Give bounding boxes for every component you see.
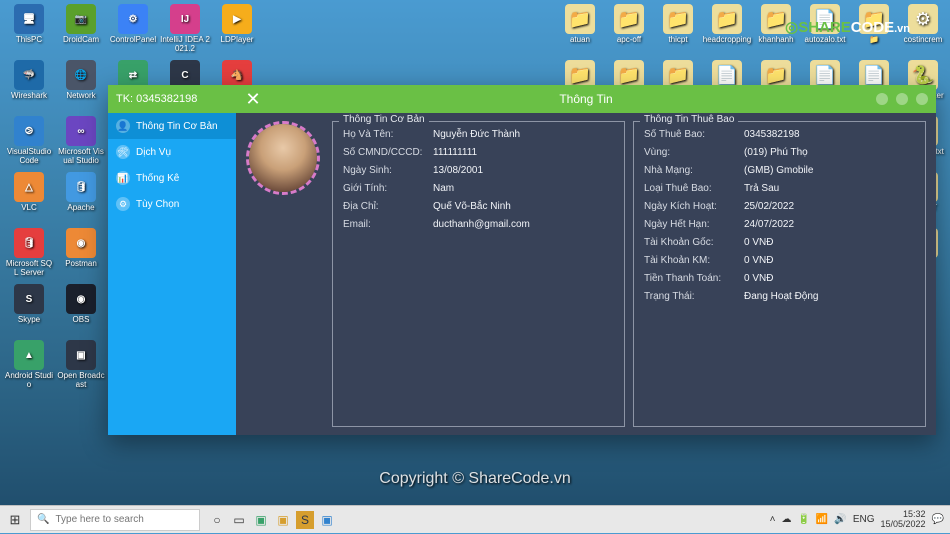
desktop-icon[interactable]: 📁headcropping [702,4,752,45]
sidebar-icon: 🛠 [116,145,130,159]
titlebar: ✕ Thông Tin [236,85,936,113]
field-value: 24/07/2022 [744,219,915,230]
taskbar-app-2[interactable]: ▣ [272,506,294,534]
tray-chevron-icon[interactable]: ˄ [770,514,776,525]
avatar [246,121,320,195]
field-label: Tài Khoản KM: [644,255,740,266]
taskbar: ⊞ 🔍 ○ ▭ ▣ ▣ S ▣ ˄ ☁ 🔋 📶 🔊 ENG 15:32 15/0… [0,505,950,533]
taskbar-app-1[interactable]: ▣ [250,506,272,534]
field-label: Số Thuê Bao: [644,129,740,140]
system-tray: ˄ ☁ 🔋 📶 🔊 ENG 15:32 15/05/2022 💬 [770,510,950,529]
desktop-icon[interactable]: 📁apc-off [604,4,654,45]
field-value: 111111111 [433,147,614,158]
sidebar-item-label: Tùy Chọn [136,199,179,210]
main-panel: ✕ Thông Tin Thông Tin Cơ Bản Họ Và Tên: N… [236,85,936,435]
tray-lang[interactable]: ENG [853,514,875,525]
field-value: (GMB) Gmobile [744,165,915,176]
minimize-button[interactable] [876,93,888,105]
tray-notifications-icon[interactable]: 💬 [932,514,944,525]
field-label: Ngày Hết Hạn: [644,219,740,230]
field-label: Trạng Thái: [644,291,740,302]
sidebar-item-1[interactable]: 🛠 Dịch Vụ [108,139,236,165]
field-label: Ngày Sinh: [343,165,429,176]
field-label: Số CMND/CCCD: [343,147,429,158]
search-icon: 🔍 [37,514,49,525]
panel-basic-info: Thông Tin Cơ Bản Họ Và Tên:Nguyễn Đức Th… [332,121,625,427]
close-button[interactable]: ✕ [236,85,270,113]
watermark-bottom: Copyright © ShareCode.vn [379,470,570,488]
close-button-alt[interactable] [916,93,928,105]
field-value: Nguyễn Đức Thành [433,129,614,140]
clock[interactable]: 15:32 15/05/2022 [881,510,926,529]
maximize-button[interactable] [896,93,908,105]
start-button[interactable]: ⊞ [0,506,30,534]
field-label: Ngày Kích Hoạt: [644,201,740,212]
search-box[interactable]: 🔍 [30,509,200,531]
sidebar-item-2[interactable]: 📊 Thống Kê [108,165,236,191]
field-label: Nhà Mạng: [644,165,740,176]
panel-sub-title: Thông Tin Thuê Bao [640,114,738,125]
field-value: 0 VNĐ [744,237,915,248]
sidebar-item-3[interactable]: ⚙ Tùy Chọn [108,191,236,217]
field-value: Quế Võ-Bắc Ninh [433,201,614,212]
sidebar-item-label: Thông Tin Cơ Bản [136,121,218,132]
field-value: (019) Phú Thọ [744,147,915,158]
sidebar-item-label: Thống Kê [136,173,179,184]
panel-subscriber-info: Thông Tin Thuê Bao Số Thuê Bao:034538219… [633,121,926,427]
sidebar-icon: 👤 [116,119,130,133]
app-window: TK: 0345382198 👤 Thông Tin Cơ Bản 🛠 Dịch Vụ… [108,85,936,435]
search-input[interactable] [55,514,193,525]
field-value: 0 VNĐ [744,273,915,284]
field-value: 0345382198 [744,129,915,140]
field-value: Trả Sau [744,183,915,194]
taskview-icon[interactable]: ▭ [228,506,250,534]
field-label: Tiền Thanh Toán: [644,273,740,284]
tray-wifi-icon[interactable]: 📶 [816,514,828,525]
field-value: 13/08/2001 [433,165,614,176]
taskbar-app-4[interactable]: ▣ [316,506,338,534]
field-label: Họ Và Tên: [343,129,429,140]
sharecode-logo: ◎SHARECODE.vn [785,18,910,36]
tray-cloud-icon[interactable]: ☁ [781,514,791,525]
field-label: Email: [343,219,429,230]
field-value: 25/02/2022 [744,201,915,212]
account-bar: TK: 0345382198 [108,85,236,113]
field-label: Vùng: [644,147,740,158]
window-controls [876,93,936,105]
field-label: Tài Khoản Gốc: [644,237,740,248]
field-value: Nam [433,183,614,194]
taskbar-app-3[interactable]: S [296,511,314,529]
sidebar: TK: 0345382198 👤 Thông Tin Cơ Bản 🛠 Dịch Vụ… [108,85,236,435]
tray-volume-icon[interactable]: 🔊 [834,514,846,525]
desktop-icon[interactable]: 📁atuan [555,4,605,45]
sidebar-item-0[interactable]: 👤 Thông Tin Cơ Bản [108,113,236,139]
field-label: Loại Thuê Bao: [644,183,740,194]
cortana-icon[interactable]: ○ [206,506,228,534]
sidebar-item-label: Dịch Vụ [136,147,171,158]
field-value: ducthanh@gmail.com [433,219,614,230]
window-title: Thông Tin [559,92,612,106]
desktop-icon[interactable]: 📁thicpt [653,4,703,45]
content-area: Thông Tin Cơ Bản Họ Và Tên: Nguyễn Đức Th… [236,113,936,435]
field-label: Địa Chỉ: [343,201,429,212]
sidebar-icon: ⚙ [116,197,130,211]
tray-battery-icon[interactable]: 🔋 [797,514,809,525]
panel-basic-title: Thông Tin Cơ Bản [339,114,429,125]
field-value: 0 VNĐ [744,255,915,266]
sidebar-icon: 📊 [116,171,130,185]
field-value: Đang Hoạt Động [744,291,915,302]
field-label: Giới Tính: [343,183,429,194]
